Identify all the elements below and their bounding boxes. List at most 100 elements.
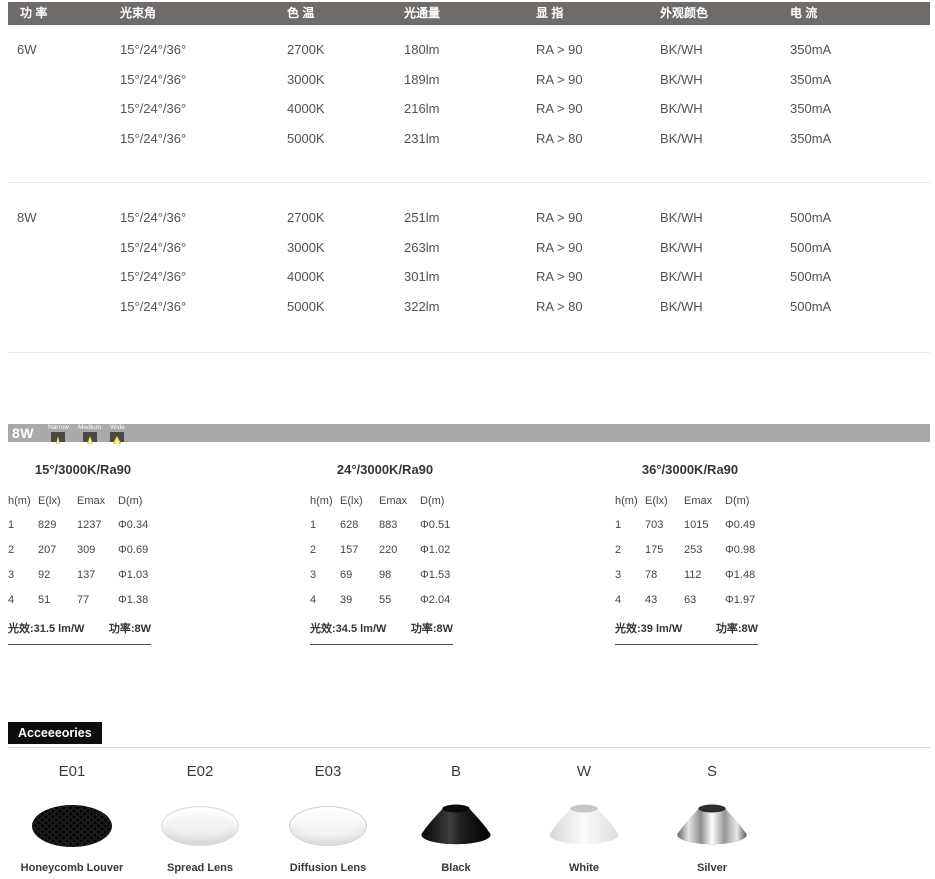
accessory-name: Black <box>392 862 520 874</box>
value-cell: RA > 90 <box>536 65 660 95</box>
value-cell: BK/WH <box>660 65 790 95</box>
spec-row: 15°/24°/36°4000K216lmRA > 90BK/WH350mA <box>8 94 930 124</box>
value-cell: Φ2.04 <box>420 588 468 613</box>
column-header: 光束角 <box>120 2 287 25</box>
value-cell: 63 <box>684 588 725 613</box>
value-cell: Φ1.48 <box>725 563 773 588</box>
value-cell: 829 <box>38 513 77 538</box>
accessory-code: E02 <box>136 762 264 781</box>
column-header: h(m) <box>310 494 340 508</box>
column-header: 光通量 <box>404 2 536 25</box>
value-cell: RA > 80 <box>536 292 660 322</box>
value-cell: 1015 <box>684 513 725 538</box>
value-cell: 1 <box>615 513 645 538</box>
value-cell: 3000K <box>287 233 404 263</box>
accessory-image-lens-diff <box>264 795 392 857</box>
value-cell: 5000K <box>287 124 404 154</box>
table-row: 45177Φ1.38 <box>8 588 166 613</box>
column-header: D(m) <box>725 494 773 508</box>
value-cell: 4000K <box>287 94 404 124</box>
value-cell: 2700K <box>287 203 404 233</box>
section-separator <box>8 352 930 353</box>
value-cell: 15°/24°/36° <box>120 124 287 154</box>
value-cell: 350mA <box>790 124 930 154</box>
column-header: 外观颜色 <box>660 2 790 25</box>
value-cell: 1237 <box>77 513 118 538</box>
accessory-name: Silver <box>648 862 776 874</box>
efficacy-label: 光效:39 lm/W <box>615 620 682 636</box>
value-cell: 4 <box>8 588 38 613</box>
spec-row: 6W15°/24°/36°2700K180lmRA > 90BK/WH350mA <box>8 35 930 65</box>
spec-group-6W: 6W15°/24°/36°2700K180lmRA > 90BK/WH350mA… <box>8 25 930 153</box>
value-cell: 3000K <box>287 65 404 95</box>
value-cell: 500mA <box>790 233 930 263</box>
value-cell: 220 <box>379 538 420 563</box>
value-cell: BK/WH <box>660 35 790 65</box>
value-cell: 350mA <box>790 94 930 124</box>
column-header: 功 率 <box>8 2 120 25</box>
column-header: 电 流 <box>790 2 930 25</box>
value-cell: 39 <box>340 588 379 613</box>
spec-row: 15°/24°/36°4000K301lmRA > 90BK/WH500mA <box>8 262 930 292</box>
power-cell <box>8 233 120 263</box>
value-cell: 263lm <box>404 233 536 263</box>
accessory-image-honeycomb <box>8 795 136 857</box>
accessories-title-text: Acceeeories <box>18 726 92 740</box>
table-row: 36998Φ1.53 <box>310 563 468 588</box>
value-cell: 43 <box>645 588 684 613</box>
accessories-divider <box>8 747 930 748</box>
value-cell: 500mA <box>790 262 930 292</box>
value-cell: 1 <box>310 513 340 538</box>
value-cell: 189lm <box>404 65 536 95</box>
column-header: Emax <box>379 494 420 508</box>
reflector-black-image <box>420 802 492 851</box>
spec-row: 15°/24°/36°5000K231lmRA > 80BK/WH350mA <box>8 124 930 154</box>
beam-angle-icons: NarrowMediumWide <box>48 424 125 442</box>
value-cell: 703 <box>645 513 684 538</box>
accessory-image-lens <box>136 795 264 857</box>
value-cell: Φ0.34 <box>118 513 166 538</box>
photometric-tables: 15°/3000K/Ra90h(m)E(lx)EmaxD(m)18291237Φ… <box>8 462 930 645</box>
photometric-table-rows: 1628883Φ0.512157220Φ1.0236998Φ1.5343955Φ… <box>310 513 468 613</box>
photometric-table-head: h(m)E(lx)EmaxD(m) <box>8 494 166 508</box>
value-cell: RA > 80 <box>536 124 660 154</box>
value-cell: 2 <box>310 538 340 563</box>
photometric-table-footer: 光效:34.5 lm/W功率:8W <box>310 620 453 645</box>
spec-table-body: 6W15°/24°/36°2700K180lmRA > 90BK/WH350mA… <box>8 25 930 353</box>
beam-icon-label: Medium <box>78 424 101 431</box>
spread-lens-image <box>161 806 239 846</box>
power-label: 功率:8W <box>411 620 453 636</box>
power-cell <box>8 124 120 154</box>
value-cell: 322lm <box>404 292 536 322</box>
column-header: 显 指 <box>536 2 660 25</box>
column-header: 色 温 <box>287 2 404 25</box>
value-cell: 2700K <box>287 35 404 65</box>
value-cell: Φ1.02 <box>420 538 468 563</box>
value-cell: 4000K <box>287 262 404 292</box>
power-cell <box>8 262 120 292</box>
value-cell: RA > 90 <box>536 94 660 124</box>
value-cell: 500mA <box>790 292 930 322</box>
spec-table-header: 功 率光束角色 温光通量显 指外观颜色电 流 <box>8 2 930 25</box>
power-cell: 8W <box>8 203 120 233</box>
power-cell <box>8 292 120 322</box>
value-cell: 1 <box>8 513 38 538</box>
power-label: 功率:8W <box>716 620 758 636</box>
beam-icon-medium: Medium <box>78 424 101 442</box>
value-cell: 207 <box>38 538 77 563</box>
accessory-image-reflector-black <box>392 795 520 857</box>
photometric-table: 24°/3000K/Ra90h(m)E(lx)EmaxD(m)1628883Φ0… <box>310 462 468 645</box>
value-cell: 15°/24°/36° <box>120 292 287 322</box>
value-cell: 216lm <box>404 94 536 124</box>
column-header: h(m) <box>8 494 38 508</box>
value-cell: 15°/24°/36° <box>120 94 287 124</box>
column-header: E(lx) <box>340 494 379 508</box>
accessory-name: Spread Lens <box>136 862 264 874</box>
table-row: 2175253Φ0.98 <box>615 538 773 563</box>
photometric-table-head: h(m)E(lx)EmaxD(m) <box>310 494 468 508</box>
value-cell: 15°/24°/36° <box>120 65 287 95</box>
value-cell: Φ0.49 <box>725 513 773 538</box>
value-cell: Φ0.51 <box>420 513 468 538</box>
honeycomb-louver-image <box>32 805 112 847</box>
value-cell: 251lm <box>404 203 536 233</box>
